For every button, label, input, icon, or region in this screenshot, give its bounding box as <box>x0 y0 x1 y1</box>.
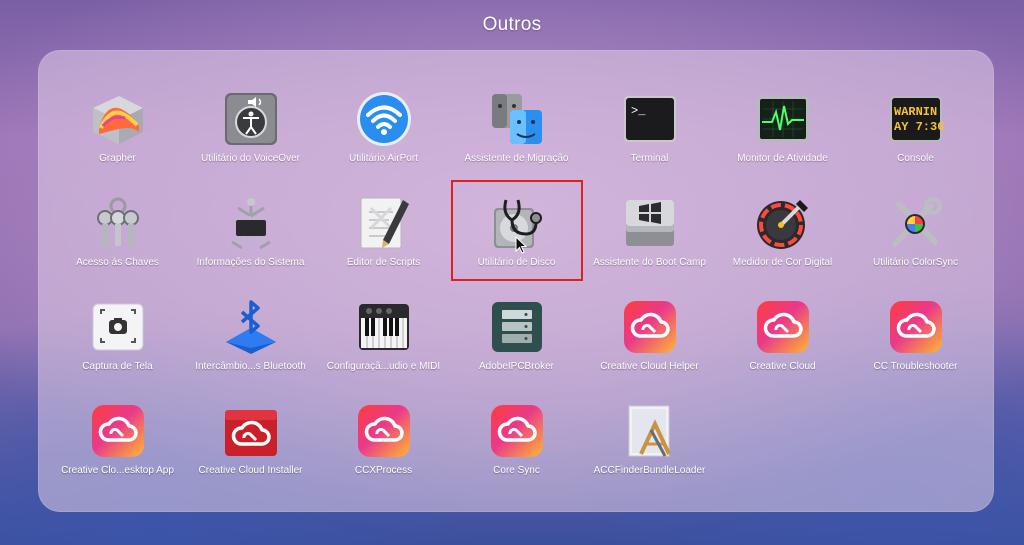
app-grapher[interactable]: Grapher <box>51 58 184 164</box>
app-screenshot[interactable]: Captura de Tela <box>51 266 184 372</box>
terminal-prompt-text: >_ <box>631 104 646 118</box>
app-label: Creative Clo...esktop App <box>61 465 174 476</box>
script-editor-icon <box>355 194 413 252</box>
app-cc-troubleshooter[interactable]: CC Troubleshooter <box>849 266 982 372</box>
creative-cloud-icon <box>754 298 812 356</box>
mouse-pointer-icon <box>515 236 528 254</box>
console-warning-line: WARNIN <box>894 105 937 119</box>
boot-camp-icon <box>621 194 679 252</box>
bluetooth-icon <box>222 298 280 356</box>
app-label: Core Sync <box>493 465 540 476</box>
app-migration-assistant[interactable]: Assistente de Migração <box>450 58 583 164</box>
app-airport-utility[interactable]: Utilitário AirPort <box>317 58 450 164</box>
terminal-icon: >_ <box>621 90 679 148</box>
app-creative-cloud-installer[interactable]: Creative Cloud Installer <box>184 370 317 476</box>
colorsync-icon <box>887 194 945 252</box>
app-adobe-ipc-broker[interactable]: AdobeIPCBroker <box>450 266 583 372</box>
app-core-sync[interactable]: Core Sync <box>450 370 583 476</box>
bundle-loader-icon <box>621 402 679 460</box>
creative-cloud-installer-icon <box>222 402 280 460</box>
creative-cloud-icon <box>488 402 546 460</box>
app-grid: Grapher Utilitário do VoiceOver Utilitár… <box>51 58 982 498</box>
migration-icon <box>488 90 546 148</box>
app-keychain-access[interactable]: Acesso às Chaves <box>51 162 184 268</box>
app-label: CCXProcess <box>354 465 413 476</box>
creative-cloud-icon <box>621 298 679 356</box>
app-terminal[interactable]: >_ Terminal <box>583 58 716 164</box>
app-label: Creative Cloud <box>749 361 816 372</box>
console-time-line: AY 7:36 <box>894 120 944 134</box>
keychain-icon <box>89 194 147 252</box>
color-meter-icon <box>754 194 812 252</box>
system-info-icon <box>222 194 280 252</box>
folder-title: Outros <box>482 14 542 35</box>
console-icon: WARNIN AY 7:36 <box>887 90 945 148</box>
app-colorsync-utility[interactable]: Utilitário ColorSync <box>849 162 982 268</box>
app-script-editor[interactable]: Editor de Scripts <box>317 162 450 268</box>
screenshot-icon <box>89 298 147 356</box>
app-bluetooth-file-exchange[interactable]: Intercâmbio...s Bluetooth <box>184 266 317 372</box>
app-label: Creative Cloud Installer <box>198 465 303 476</box>
creative-cloud-icon <box>887 298 945 356</box>
app-system-information[interactable]: Informações do Sistema <box>184 162 317 268</box>
app-label: CC Troubleshooter <box>873 361 958 372</box>
app-creative-cloud-helper[interactable]: Creative Cloud Helper <box>583 266 716 372</box>
app-ccxprocess[interactable]: CCXProcess <box>317 370 450 476</box>
airport-icon <box>355 90 413 148</box>
app-boot-camp-assistant[interactable]: Assistente do Boot Camp <box>583 162 716 268</box>
app-digital-color-meter[interactable]: Medidor de Cor Digital <box>716 162 849 268</box>
app-voiceover-utility[interactable]: Utilitário do VoiceOver <box>184 58 317 164</box>
app-console[interactable]: WARNIN AY 7:36 Console <box>849 58 982 164</box>
app-label: ACCFinderBundleLoader <box>593 465 706 476</box>
creative-cloud-icon <box>89 402 147 460</box>
app-creative-cloud[interactable]: Creative Cloud <box>716 266 849 372</box>
app-activity-monitor[interactable]: Monitor de Atividade <box>716 58 849 164</box>
adobe-ipc-icon <box>488 298 546 356</box>
app-audio-midi-setup[interactable]: Configuraçã...udio e MIDI <box>317 266 450 372</box>
voiceover-icon <box>222 90 280 148</box>
midi-icon <box>355 298 413 356</box>
creative-cloud-icon <box>355 402 413 460</box>
grapher-icon <box>89 90 147 148</box>
app-creative-cloud-desktop[interactable]: Creative Clo...esktop App <box>51 370 184 476</box>
app-acc-finder-bundle-loader[interactable]: ACCFinderBundleLoader <box>583 370 716 476</box>
activity-monitor-icon <box>754 90 812 148</box>
